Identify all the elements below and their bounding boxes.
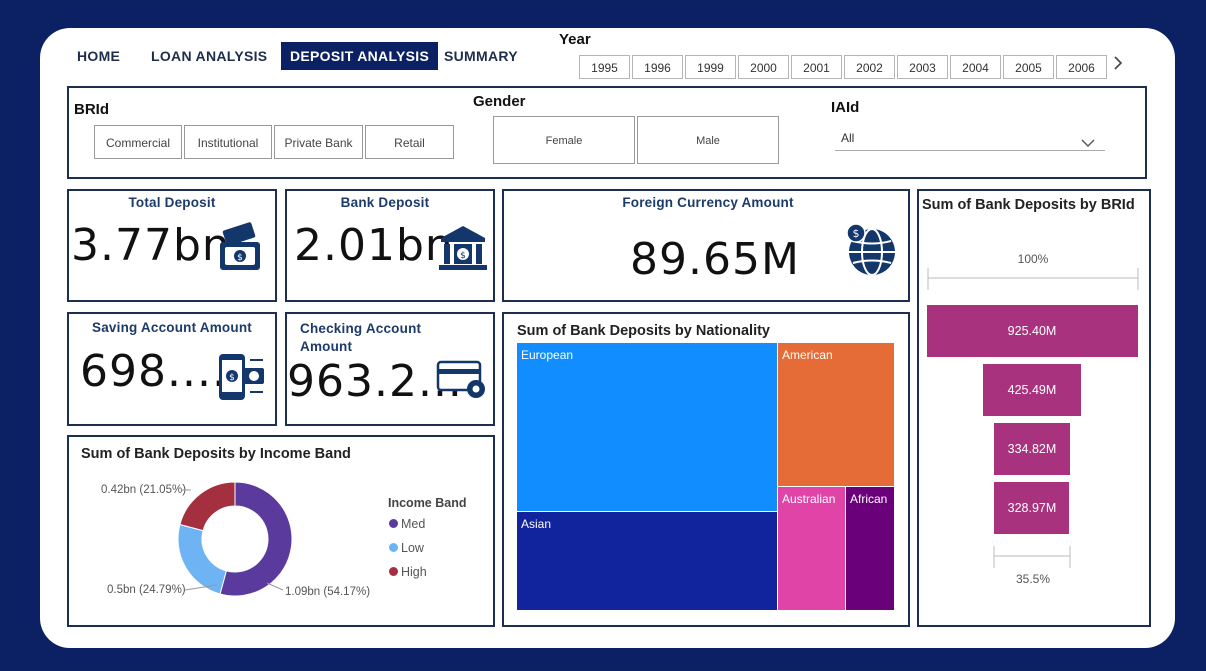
iaid-slicer-title: IAId	[831, 99, 860, 116]
legend-label-low: Low	[401, 541, 424, 555]
year-option[interactable]: 2005	[1003, 55, 1054, 79]
brid-option[interactable]: Private Bank	[274, 125, 363, 159]
legend-item-med[interactable]: Med	[389, 517, 425, 531]
treemap-tile-european[interactable]: European	[517, 343, 778, 512]
funnel-bar[interactable]: 425.49M	[983, 364, 1081, 416]
checking-account-title: Checking Account Amount	[300, 321, 422, 354]
foreign-currency-value: 89.65M	[630, 234, 800, 285]
brid-slicer-title: BRId	[74, 101, 109, 118]
funnel-bar[interactable]: 334.82M	[993, 423, 1071, 475]
funnel-bottom-percent: 35.5%	[1015, 572, 1051, 586]
nationality-chart-title: Sum of Bank Deposits by Nationality	[517, 323, 770, 339]
legend-item-high[interactable]: High	[389, 565, 427, 579]
chevron-down-icon	[1081, 131, 1095, 157]
card-settings-icon	[436, 360, 488, 407]
total-deposit-value: 3.77bn	[71, 220, 231, 271]
year-option[interactable]: 1995	[579, 55, 630, 79]
iaid-dropdown[interactable]: All	[835, 125, 1105, 151]
donut-slice-high[interactable]	[179, 481, 236, 532]
iaid-selected-value: All	[841, 131, 855, 145]
brid-option[interactable]: Institutional	[184, 125, 272, 159]
funnel-bottom-bracket	[993, 546, 1071, 568]
foreign-currency-title: Foreign Currency Amount	[622, 195, 794, 210]
bank-deposit-title: Bank Deposit	[340, 195, 430, 210]
total-deposit-title: Total Deposit	[128, 195, 216, 210]
svg-text:$: $	[853, 227, 860, 240]
year-slicer-title: Year	[559, 31, 591, 48]
year-option[interactable]: 2002	[844, 55, 895, 79]
gender-option-female[interactable]: Female	[493, 116, 635, 164]
legend-dot-low	[389, 543, 398, 552]
year-option[interactable]: 2003	[897, 55, 948, 79]
legend-label-med: Med	[401, 517, 426, 531]
chevron-right-icon[interactable]	[1110, 55, 1126, 79]
mobile-money-icon: $	[217, 352, 267, 407]
svg-text:$: $	[460, 251, 466, 261]
year-option[interactable]: 2000	[738, 55, 789, 79]
bank-icon: $	[438, 222, 488, 277]
funnel-top-bracket	[927, 268, 1139, 290]
bank-deposit-value: 2.01bn	[294, 220, 454, 271]
legend-title: Income Band	[388, 496, 467, 510]
donut-label-med: 1.09bn (54.17%)	[285, 586, 371, 598]
income-band-chart-title: Sum of Bank Deposits by Income Band	[81, 446, 351, 462]
saving-account-title: Saving Account Amount	[92, 320, 252, 335]
svg-text:$: $	[237, 253, 243, 263]
gender-option-male[interactable]: Male	[637, 116, 779, 164]
gender-slicer-title: Gender	[473, 93, 526, 110]
treemap-tile-asian[interactable]: Asian	[517, 512, 778, 611]
year-option[interactable]: 1996	[632, 55, 683, 79]
nav-deposit-analysis-button[interactable]: DEPOSIT ANALYSIS	[281, 42, 439, 70]
funnel-bar[interactable]: 925.40M	[926, 305, 1138, 357]
year-option[interactable]: 2001	[791, 55, 842, 79]
treemap-tile-african[interactable]: African	[846, 487, 895, 611]
year-option[interactable]: 2006	[1056, 55, 1107, 79]
funnel-bar[interactable]: 328.97M	[994, 482, 1070, 534]
globe-currency-icon: $	[842, 222, 898, 283]
svg-text:$: $	[229, 373, 235, 383]
brid-option[interactable]: Commercial	[94, 125, 182, 159]
donut-label-high: 0.42bn (21.05%)	[101, 484, 187, 496]
legend-dot-high	[389, 567, 398, 576]
cash-icon: $	[218, 222, 262, 277]
year-option[interactable]: 1999	[685, 55, 736, 79]
year-option[interactable]: 2004	[950, 55, 1001, 79]
donut-label-low: 0.5bn (24.79%)	[107, 584, 186, 596]
legend-dot-med	[389, 519, 398, 528]
nav-loan-analysis-button[interactable]: LOAN ANALYSIS	[151, 42, 267, 70]
nav-home-button[interactable]: HOME	[77, 42, 120, 70]
nav-summary-button[interactable]: SUMMARY	[444, 42, 518, 70]
brid-funnel-title: Sum of Bank Deposits by BRId	[922, 197, 1135, 213]
saving-account-value: 698....	[80, 346, 227, 397]
legend-label-high: High	[401, 565, 427, 579]
treemap-tile-american[interactable]: American	[778, 343, 895, 487]
brid-option[interactable]: Retail	[365, 125, 454, 159]
legend-item-low[interactable]: Low	[389, 541, 424, 555]
treemap-tile-australian[interactable]: Australian	[778, 487, 846, 611]
